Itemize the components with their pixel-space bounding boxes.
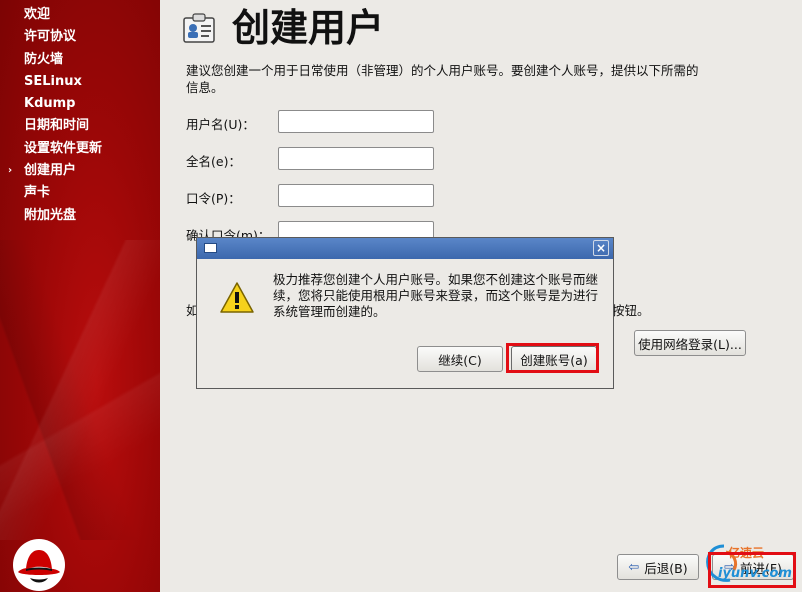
user-id-card-icon	[183, 13, 215, 43]
back-button-label: 后退(B)	[644, 560, 688, 576]
sidebar-item-label: 日期和时间	[24, 118, 90, 134]
sidebar-item-label: 防火墙	[24, 51, 64, 67]
current-step-arrow-icon: ›	[8, 165, 13, 177]
sidebar-item-label: SELinux	[24, 73, 82, 89]
sidebar-item-license[interactable]: 许可协议	[0, 26, 160, 48]
sidebar-item-label: 创建用户	[24, 163, 77, 179]
username-label: 用户名(U)：	[186, 117, 255, 132]
warning-dialog: × 极力推荐您创建个人用户账号。如果您不创建这个账号而继续，您将只能使用根用户账…	[196, 237, 614, 389]
network-login-button[interactable]: 使用网络登录(L)...	[634, 330, 746, 356]
dialog-message: 极力推荐您创建个人用户账号。如果您不创建这个账号而继续，您将只能使用根用户账号来…	[273, 272, 599, 319]
create-account-button[interactable]: 创建账号(a)	[511, 346, 597, 372]
sidebar-item-software-updates[interactable]: 设置软件更新	[0, 138, 160, 160]
fullname-label: 全名(e)：	[186, 154, 241, 169]
sidebar-item-label: 附加光盘	[24, 207, 77, 223]
sidebar-item-kdump[interactable]: Kdump	[0, 93, 160, 115]
page-description: 建议您创建一个用于日常使用（非管理）的个人用户账号。要创建个人账号，提供以下所需…	[186, 63, 699, 95]
next-button-label: 前进(F)	[739, 560, 782, 576]
network-login-hint-end: 按钮。	[612, 303, 650, 318]
redhat-logo	[13, 539, 65, 591]
warning-icon	[220, 282, 254, 313]
sidebar-item-datetime[interactable]: 日期和时间	[0, 115, 160, 137]
sidebar-item-welcome[interactable]: 欢迎	[0, 4, 160, 26]
arrow-left-icon: ⇦	[628, 559, 640, 575]
sidebar-item-label: 许可协议	[24, 29, 77, 45]
next-button[interactable]: ⇨ 前进(F)	[712, 554, 794, 580]
username-input[interactable]	[278, 110, 434, 133]
sidebar-item-label: 欢迎	[24, 7, 51, 22]
close-icon[interactable]: ×	[593, 240, 609, 256]
sidebar-item-sound-card[interactable]: 声卡	[0, 182, 160, 204]
sidebar-item-label: Kdump	[24, 96, 76, 112]
sidebar-item-additional-cds[interactable]: 附加光盘	[0, 205, 160, 227]
sidebar-item-selinux[interactable]: SELinux	[0, 71, 160, 93]
window-icon	[204, 243, 217, 253]
continue-button[interactable]: 继续(C)	[417, 346, 503, 372]
password-label: 口令(P)：	[186, 191, 241, 206]
sidebar-item-firewall[interactable]: 防火墙	[0, 49, 160, 71]
back-button[interactable]: ⇦ 后退(B)	[617, 554, 699, 580]
sidebar-item-label: 声卡	[24, 185, 51, 201]
page-title: 创建用户	[232, 6, 385, 50]
sidebar-item-label: 设置软件更新	[24, 140, 103, 156]
sidebar: 欢迎 许可协议 防火墙 SELinux Kdump 日期和时间 设置软件更新 ›…	[0, 0, 160, 592]
fullname-input[interactable]	[278, 147, 434, 170]
arrow-right-icon: ⇨	[724, 559, 735, 575]
sidebar-item-create-user[interactable]: › 创建用户	[0, 160, 160, 182]
password-input[interactable]	[278, 184, 434, 207]
dialog-titlebar: ×	[197, 238, 613, 259]
sidebar-nav: 欢迎 许可协议 防火墙 SELinux Kdump 日期和时间 设置软件更新 ›…	[0, 4, 160, 227]
